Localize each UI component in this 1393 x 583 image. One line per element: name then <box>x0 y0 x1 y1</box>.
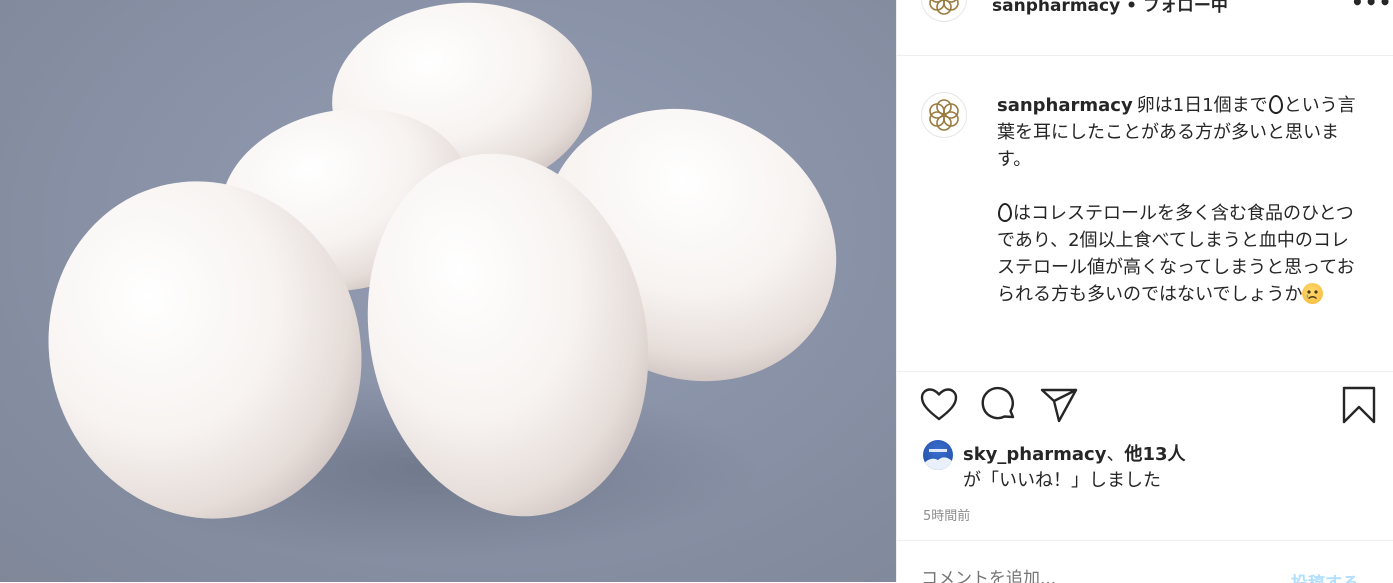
sanpharmacy-logo-icon <box>929 0 959 15</box>
header-separator: • <box>1126 0 1137 16</box>
likes-others[interactable]: 他13人 <box>1124 444 1185 465</box>
author-avatar[interactable] <box>921 0 967 22</box>
sad-face-icon <box>1302 283 1324 304</box>
caption-avatar[interactable] <box>921 92 967 138</box>
header-username-line: sanpharmacy • フォロー中 <box>992 0 1228 16</box>
comment-input[interactable] <box>921 569 1251 583</box>
paper-plane-icon[interactable] <box>1039 385 1079 425</box>
comment-bar: 投稿する <box>897 540 1393 583</box>
egg-icon <box>1268 95 1283 114</box>
egg-icon <box>998 203 1012 222</box>
caption-section: sanpharmacy 卵は1日1個まで という言葉を耳にしたことがある方が多いと思… <box>897 56 1393 372</box>
caption-line1: 卵は1日1個まで <box>1136 95 1268 116</box>
caption-username[interactable]: sanpharmacy <box>997 95 1133 116</box>
post-side-panel: sanpharmacy • フォロー中 ••• sanpharmacy 卵は1日1… <box>896 0 1393 583</box>
post-header: sanpharmacy • フォロー中 ••• <box>897 0 1393 56</box>
heart-icon[interactable] <box>919 385 959 425</box>
caption-paragraph2: はコレステロールを多く含む食品のひとつであり、2個以上食べてしまうと血中のコレス… <box>997 203 1355 305</box>
bookmark-icon[interactable] <box>1339 385 1379 425</box>
following-button[interactable]: フォロー中 <box>1143 0 1228 16</box>
liker-username[interactable]: sky_pharmacy <box>963 444 1106 465</box>
likes-suffix: が「いいね！」しました <box>963 470 1161 491</box>
eggs-photo <box>48 2 837 560</box>
likes-line1: sky_pharmacy、他13人 <box>963 440 1186 466</box>
likes-summary: sky_pharmacy、他13人 が「いいね！」しました <box>923 440 1383 492</box>
post-image[interactable] <box>0 0 896 582</box>
post-comment-button[interactable]: 投稿する <box>1291 569 1359 583</box>
sanpharmacy-logo-icon <box>929 99 959 131</box>
post-timestamp[interactable]: 5時間前 <box>923 505 970 524</box>
action-bar <box>897 385 1393 431</box>
likes-sep: 、 <box>1106 444 1125 465</box>
caption-text: sanpharmacy 卵は1日1個まで という言葉を耳にしたことがある方が多いと思… <box>997 92 1357 308</box>
comment-bubble-icon[interactable] <box>979 385 1019 425</box>
header-username[interactable]: sanpharmacy <box>992 0 1120 16</box>
liker-avatar[interactable] <box>923 440 953 470</box>
more-horizontal-icon[interactable]: ••• <box>1351 0 1392 14</box>
